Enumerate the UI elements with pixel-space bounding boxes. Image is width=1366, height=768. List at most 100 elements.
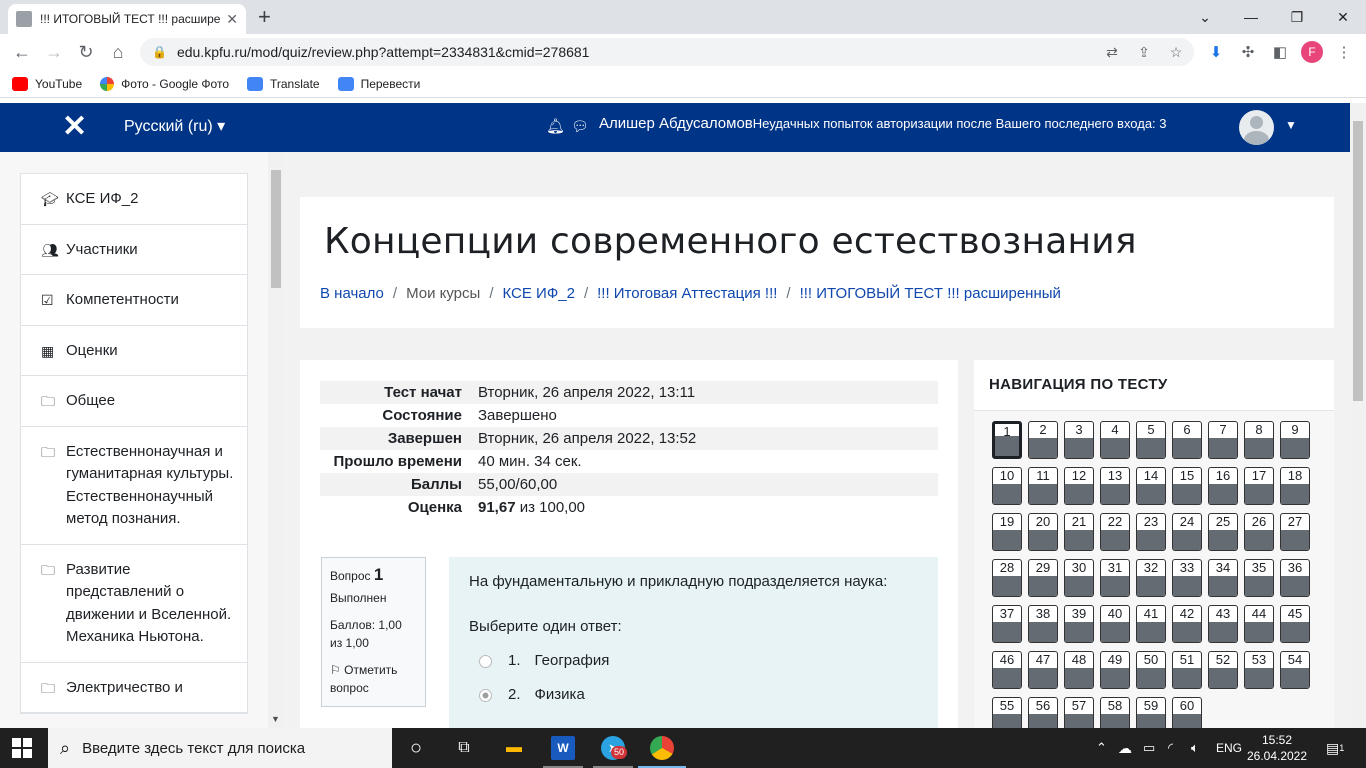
quiz-nav-button-47[interactable]: 47: [1028, 651, 1058, 689]
breadcrumb-item[interactable]: !!! Итоговая Аттестация !!!: [597, 285, 777, 302]
minimize-icon[interactable]: —: [1228, 0, 1274, 34]
restore-icon[interactable]: ❐: [1274, 0, 1320, 34]
cortana-icon[interactable]: ○: [404, 736, 428, 760]
quiz-nav-button-41[interactable]: 41: [1136, 605, 1166, 643]
drawer-item[interactable]: ☑ Компетентности: [21, 275, 247, 326]
quiz-nav-button-44[interactable]: 44: [1244, 605, 1274, 643]
quiz-nav-button-58[interactable]: 58: [1100, 697, 1130, 728]
quiz-nav-button-48[interactable]: 48: [1064, 651, 1094, 689]
quiz-nav-button-33[interactable]: 33: [1172, 559, 1202, 597]
quiz-nav-button-1[interactable]: 1: [992, 421, 1022, 459]
quiz-nav-button-28[interactable]: 28: [992, 559, 1022, 597]
quiz-nav-button-37[interactable]: 37: [992, 605, 1022, 643]
quiz-nav-button-14[interactable]: 14: [1136, 467, 1166, 505]
quiz-nav-button-45[interactable]: 45: [1280, 605, 1310, 643]
quiz-nav-button-9[interactable]: 9: [1280, 421, 1310, 459]
quiz-nav-button-60[interactable]: 60: [1172, 697, 1202, 728]
page-scrollbar[interactable]: [1350, 103, 1366, 728]
drawer-item[interactable]: 🗀 Общее: [21, 376, 247, 427]
quiz-nav-button-10[interactable]: 10: [992, 467, 1022, 505]
translate-icon[interactable]: ⇄: [1098, 38, 1126, 66]
back-icon[interactable]: ←: [10, 40, 34, 64]
download-extension-icon[interactable]: ⬇: [1204, 40, 1228, 64]
quiz-nav-button-46[interactable]: 46: [992, 651, 1022, 689]
chrome-icon[interactable]: [650, 736, 674, 760]
taskbar-search-box[interactable]: ⌕ Введите здесь текст для поиска: [48, 728, 392, 768]
new-tab-icon[interactable]: +: [258, 5, 271, 29]
breadcrumb-item[interactable]: !!! ИТОГОВЫЙ ТЕСТ !!! расширенный: [800, 285, 1061, 302]
quiz-nav-button-43[interactable]: 43: [1208, 605, 1238, 643]
reload-icon[interactable]: ↻: [74, 40, 98, 64]
clock[interactable]: 15:52 26.04.2022: [1246, 732, 1308, 764]
drawer-item[interactable]: 🗀 Естественнонаучная и гуманитарная культ…: [21, 427, 247, 545]
flag-question-link[interactable]: ⚐ Отметить вопрос: [330, 661, 417, 697]
quiz-nav-button-3[interactable]: 3: [1064, 421, 1094, 459]
battery-icon[interactable]: ▭: [1143, 728, 1155, 768]
bookmark-perevesti[interactable]: Перевести: [337, 76, 420, 91]
windows-start-icon[interactable]: [12, 738, 32, 758]
task-view-icon[interactable]: ⧉: [452, 736, 476, 760]
quiz-nav-button-12[interactable]: 12: [1064, 467, 1094, 505]
share-icon[interactable]: ⇪: [1130, 38, 1158, 66]
quiz-nav-button-17[interactable]: 17: [1244, 467, 1274, 505]
input-language[interactable]: ENG: [1216, 728, 1242, 768]
user-menu-caret-icon[interactable]: ▼: [1285, 118, 1297, 132]
bookmark-youtube[interactable]: YouTube: [12, 76, 82, 91]
quiz-nav-button-7[interactable]: 7: [1208, 421, 1238, 459]
quiz-nav-button-52[interactable]: 52: [1208, 651, 1238, 689]
bookmark-translate[interactable]: Translate: [247, 76, 320, 91]
user-menu-text[interactable]: Алишер АбдусаломовНеудачных попыток авто…: [599, 115, 1167, 132]
browser-tab[interactable]: !!! ИТОГОВЫЙ ТЕСТ !!! расшире ✕: [8, 4, 246, 34]
quiz-nav-button-4[interactable]: 4: [1100, 421, 1130, 459]
quiz-nav-button-49[interactable]: 49: [1100, 651, 1130, 689]
quiz-nav-button-34[interactable]: 34: [1208, 559, 1238, 597]
volume-icon[interactable]: 🔈︎: [1191, 728, 1199, 768]
file-explorer-icon[interactable]: ▬: [502, 736, 526, 760]
quiz-nav-button-13[interactable]: 13: [1100, 467, 1130, 505]
quiz-nav-button-32[interactable]: 32: [1136, 559, 1166, 597]
wifi-icon[interactable]: ◜: [1168, 728, 1173, 768]
side-panel-icon[interactable]: ◧: [1268, 40, 1292, 64]
quiz-nav-button-15[interactable]: 15: [1172, 467, 1202, 505]
tab-search-chevron-icon[interactable]: ⌄: [1182, 0, 1228, 34]
quiz-nav-button-42[interactable]: 42: [1172, 605, 1202, 643]
drawer-item[interactable]: 🗀 Электричество и: [21, 663, 247, 713]
bookmark-google-photos[interactable]: Фото - Google Фото: [100, 76, 229, 91]
drawer-item[interactable]: 🎓︎ КСЕ ИФ_2: [21, 174, 247, 225]
close-drawer-icon[interactable]: ✕: [62, 112, 87, 142]
quiz-nav-button-21[interactable]: 21: [1064, 513, 1094, 551]
kebab-menu-icon[interactable]: ⋮: [1332, 40, 1356, 64]
extensions-puzzle-icon[interactable]: ✣: [1236, 40, 1260, 64]
quiz-nav-button-23[interactable]: 23: [1136, 513, 1166, 551]
quiz-nav-button-39[interactable]: 39: [1064, 605, 1094, 643]
quiz-nav-button-2[interactable]: 2: [1028, 421, 1058, 459]
drawer-scrollbar[interactable]: ▼: [268, 152, 284, 728]
quiz-nav-button-6[interactable]: 6: [1172, 421, 1202, 459]
quiz-nav-button-51[interactable]: 51: [1172, 651, 1202, 689]
quiz-nav-button-24[interactable]: 24: [1172, 513, 1202, 551]
breadcrumb-item[interactable]: КСЕ ИФ_2: [502, 285, 574, 302]
lock-icon[interactable]: 🔒: [152, 45, 167, 59]
quiz-nav-button-57[interactable]: 57: [1064, 697, 1094, 728]
language-menu[interactable]: Русский (ru) ▾: [124, 116, 225, 136]
quiz-nav-button-25[interactable]: 25: [1208, 513, 1238, 551]
quiz-nav-button-36[interactable]: 36: [1280, 559, 1310, 597]
quiz-nav-button-55[interactable]: 55: [992, 697, 1022, 728]
quiz-nav-button-53[interactable]: 53: [1244, 651, 1274, 689]
quiz-nav-button-54[interactable]: 54: [1280, 651, 1310, 689]
home-icon[interactable]: ⌂: [106, 40, 130, 64]
drawer-item[interactable]: 👥︎ Участники: [21, 225, 247, 275]
breadcrumb-item[interactable]: В начало: [320, 285, 384, 302]
bell-icon[interactable]: 🔔︎: [546, 117, 565, 135]
word-icon[interactable]: W: [551, 736, 575, 760]
quiz-nav-button-20[interactable]: 20: [1028, 513, 1058, 551]
drawer-item[interactable]: ▦ Оценки: [21, 326, 247, 376]
quiz-nav-button-26[interactable]: 26: [1244, 513, 1274, 551]
drawer-item[interactable]: 🗀 Развитие представлений о движении и Все…: [21, 545, 247, 663]
quiz-nav-button-29[interactable]: 29: [1028, 559, 1058, 597]
address-bar[interactable]: 🔒 edu.kpfu.ru/mod/quiz/review.php?attemp…: [140, 38, 1194, 66]
scroll-down-arrow-icon[interactable]: ▼: [271, 714, 280, 724]
quiz-nav-button-11[interactable]: 11: [1028, 467, 1058, 505]
quiz-nav-button-56[interactable]: 56: [1028, 697, 1058, 728]
quiz-nav-button-30[interactable]: 30: [1064, 559, 1094, 597]
